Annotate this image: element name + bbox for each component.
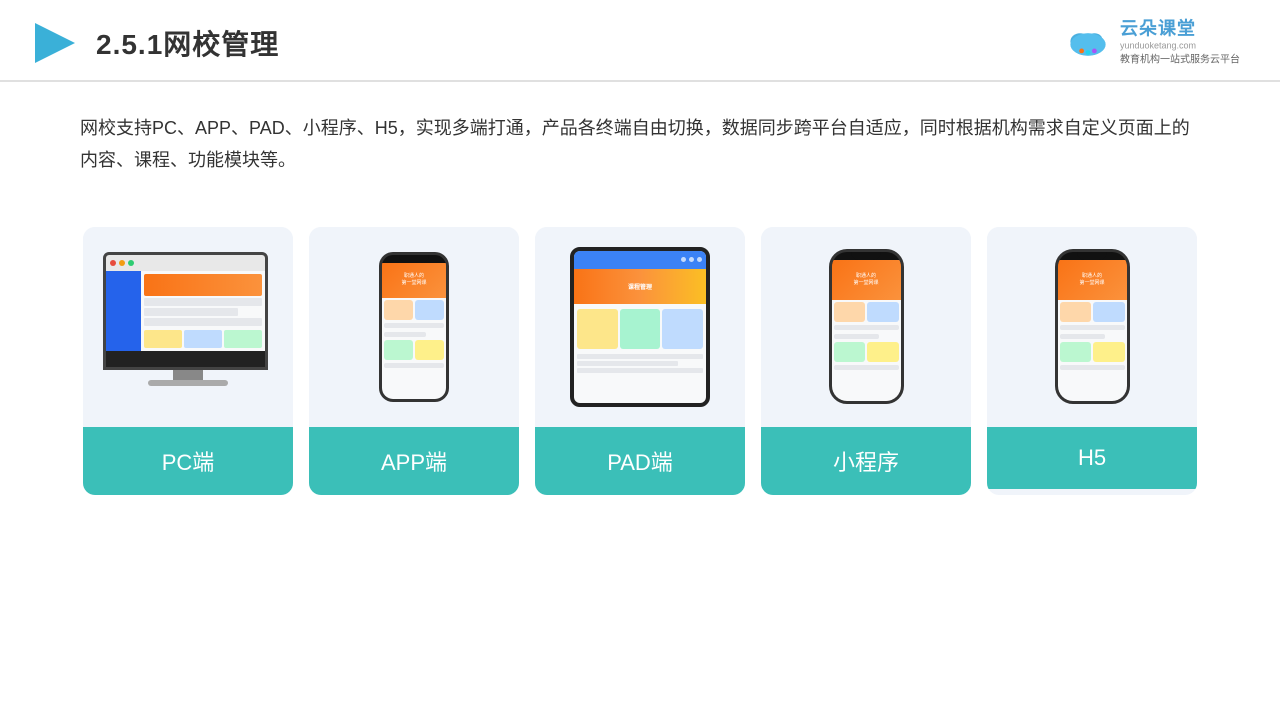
app-phone-mockup: 职通人的第一堂网课	[379, 252, 449, 402]
h5-phone-mockup: 职通人的第一堂网课	[1055, 249, 1130, 404]
card-mini-image: 职通人的第一堂网课	[761, 227, 971, 427]
card-h5-image: 职通人的第一堂网课	[987, 227, 1197, 427]
card-pad: 课程管理 PAD端	[535, 227, 745, 495]
pc-mockup	[103, 252, 273, 402]
brand-logo: 云朵课堂 yunduoketang.com 教育机构一站式服务云平台	[1064, 15, 1240, 66]
card-h5-label: H5	[987, 427, 1197, 489]
description-text: 网校支持PC、APP、PAD、小程序、H5，实现多端打通，产品各终端自由切换，数…	[0, 82, 1280, 197]
cloud-icon	[1064, 20, 1112, 60]
brand-url: yunduoketang.com	[1120, 41, 1196, 51]
card-pad-label: PAD端	[535, 427, 745, 495]
brand-text: 云朵课堂 yunduoketang.com 教育机构一站式服务云平台	[1120, 15, 1240, 66]
card-h5: 职通人的第一堂网课	[987, 227, 1197, 495]
card-pc: PC端	[83, 227, 293, 495]
card-app-image: 职通人的第一堂网课	[309, 227, 519, 427]
cards-container: PC端 职通人的第一堂网课	[0, 207, 1280, 515]
brand-tagline: 教育机构一站式服务云平台	[1120, 51, 1240, 66]
pad-tablet-mockup: 课程管理	[570, 247, 710, 407]
logo-arrow-icon	[30, 18, 80, 68]
header: 2.5.1网校管理 云朵课堂 yunduoketang.com 教育机构一站式服…	[0, 0, 1280, 82]
card-app: 职通人的第一堂网课	[309, 227, 519, 495]
card-mini: 职通人的第一堂网课	[761, 227, 971, 495]
page-title: 2.5.1网校管理	[96, 23, 279, 63]
brand-name: 云朵课堂	[1120, 15, 1196, 41]
card-pc-label: PC端	[83, 427, 293, 495]
card-app-label: APP端	[309, 427, 519, 495]
card-mini-label: 小程序	[761, 427, 971, 495]
card-pad-image: 课程管理	[535, 227, 745, 427]
mini-phone-mockup: 职通人的第一堂网课	[829, 249, 904, 404]
card-pc-image	[83, 227, 293, 427]
